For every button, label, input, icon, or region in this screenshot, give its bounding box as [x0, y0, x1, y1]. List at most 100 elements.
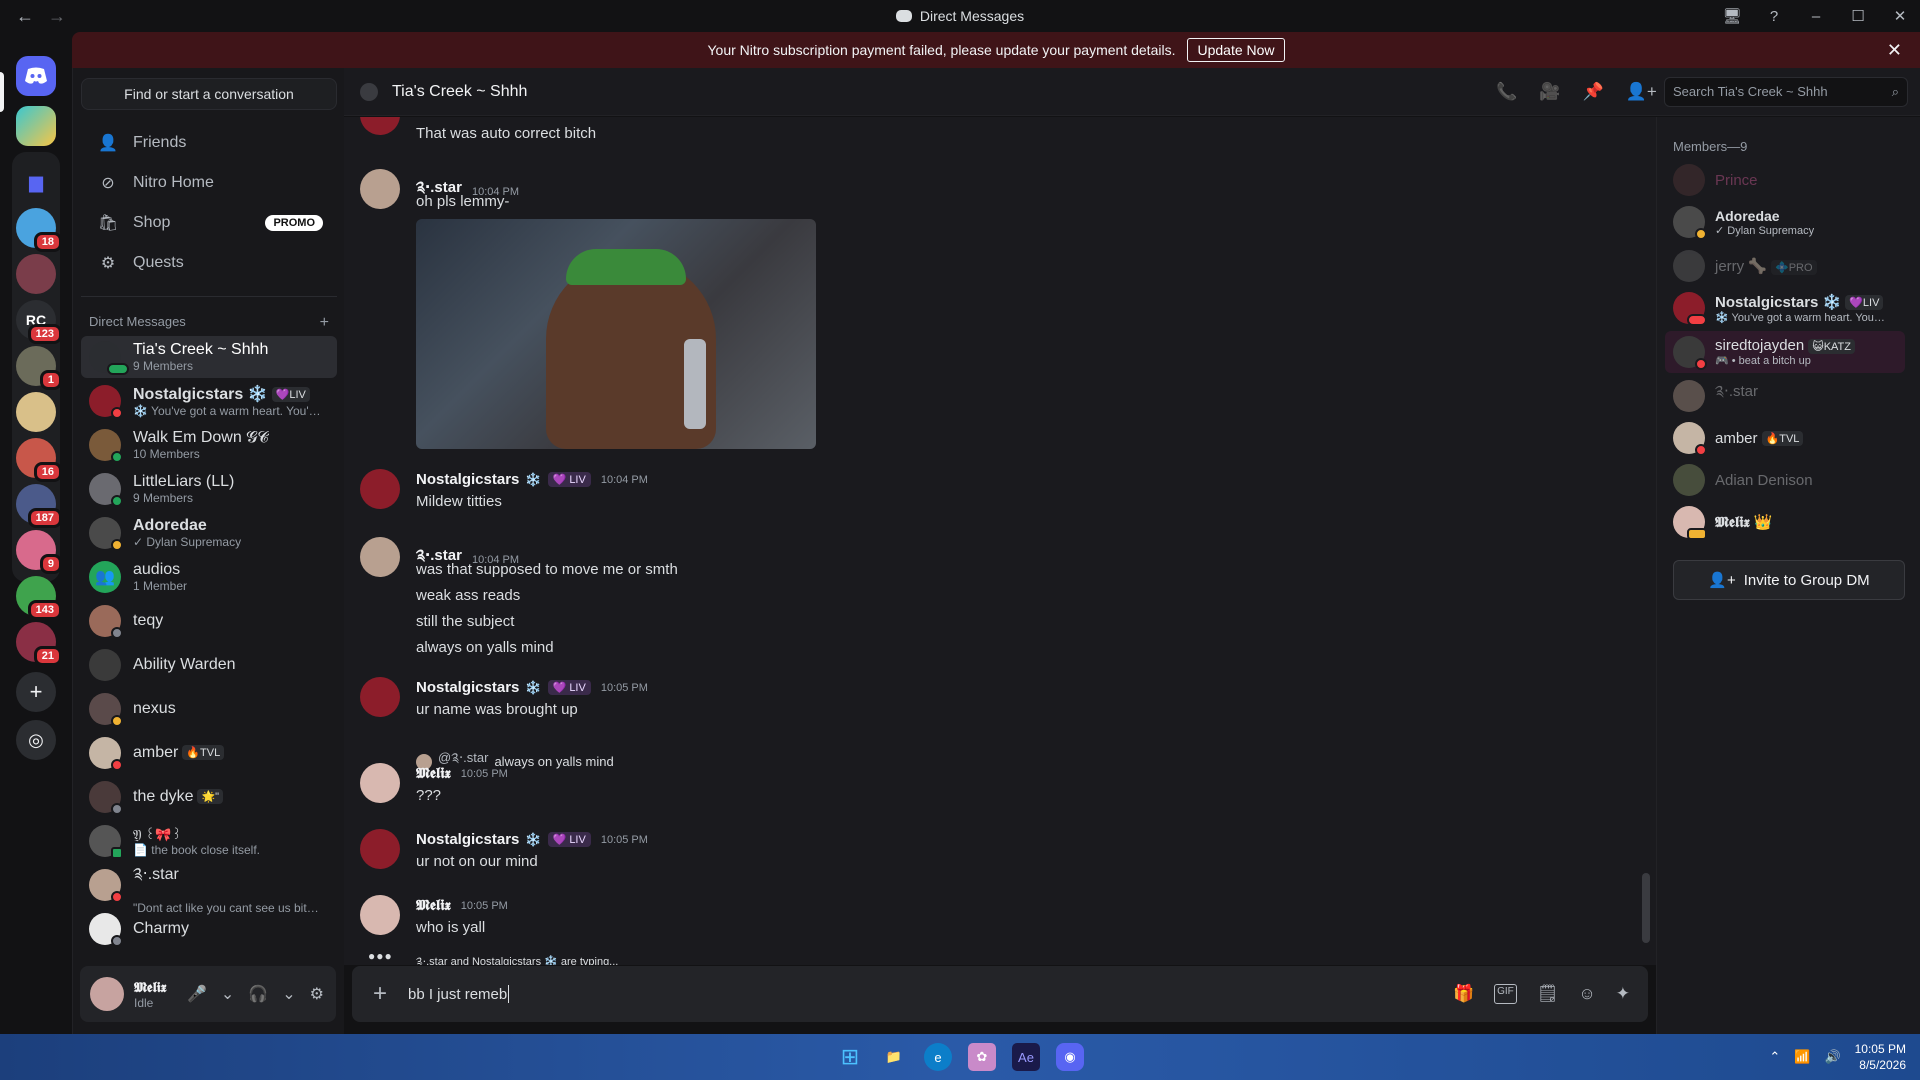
dm-item[interactable]: Ability Warden: [81, 644, 337, 686]
tray-overflow-icon[interactable]: ⌃: [1769, 1049, 1780, 1065]
avatar[interactable]: [360, 537, 400, 577]
search-input[interactable]: Search Tia's Creek ~ Shhh ⌕: [1664, 76, 1908, 107]
dm-name: nexus: [133, 700, 176, 717]
message-composer[interactable]: + bb I just remeb 🎁 GIF 🗒 ☺ ✦: [352, 966, 1648, 1022]
update-now-button[interactable]: Update Now: [1187, 38, 1285, 62]
find-conversation-button[interactable]: Find or start a conversation: [81, 78, 337, 110]
avatar[interactable]: [360, 469, 400, 509]
member-item[interactable]: Adian Denison: [1665, 459, 1905, 501]
add-server-button[interactable]: +: [16, 672, 56, 712]
dm-item[interactable]: the dyke 🌟": [81, 776, 337, 818]
message-author[interactable]: 𝕸𝖊𝖑𝖎𝖝: [416, 897, 451, 914]
maximize-button[interactable]: ☐: [1848, 7, 1868, 25]
dm-item[interactable]: Nostalgicstars ❄️ 💜LIV ❄️ You've got a war…: [81, 380, 337, 422]
close-notice-icon[interactable]: ✕: [1887, 40, 1902, 61]
settings-gear-icon[interactable]: ⚙: [310, 984, 324, 1004]
avatar: [89, 341, 129, 375]
avatar[interactable]: [90, 977, 124, 1011]
microphone-icon[interactable]: 🎤: [187, 984, 207, 1004]
nav-friends[interactable]: 👤 Friends: [81, 124, 337, 162]
avatar[interactable]: [360, 763, 400, 803]
message-author[interactable]: Nostalgicstars: [416, 471, 519, 488]
chevron-down-icon[interactable]: ⌄: [221, 984, 234, 1004]
pattern-app-icon[interactable]: ✿: [968, 1043, 996, 1071]
avatar[interactable]: [360, 829, 400, 869]
nav-shop[interactable]: 🛍 Shop PROMO: [81, 204, 337, 242]
home-button[interactable]: [16, 56, 56, 96]
help-icon[interactable]: ?: [1764, 8, 1784, 25]
apps-icon[interactable]: ✦: [1616, 984, 1630, 1004]
dm-item[interactable]: ༉‧.star "Dont act like you cant see us bi…: [81, 864, 337, 915]
minimize-button[interactable]: –: [1806, 8, 1826, 25]
gif-attachment[interactable]: [416, 219, 816, 449]
attach-plus-button[interactable]: +: [352, 980, 408, 1008]
server-icon[interactable]: RC 123: [16, 300, 62, 344]
edge-browser-icon[interactable]: e: [924, 1043, 952, 1071]
chevron-down-icon[interactable]: ⌄: [282, 984, 295, 1004]
file-explorer-icon[interactable]: 📁: [880, 1043, 908, 1071]
discover-button[interactable]: ◎: [16, 720, 56, 760]
volume-icon[interactable]: 🔊: [1824, 1049, 1840, 1065]
avatar[interactable]: [360, 117, 400, 135]
emoji-icon[interactable]: ☺: [1578, 984, 1595, 1004]
member-item[interactable]: jerry 🦴 💠PRO: [1665, 245, 1905, 287]
close-window-button[interactable]: ✕: [1890, 7, 1910, 25]
dm-item[interactable]: amber 🔥TVL: [81, 732, 337, 774]
dm-item[interactable]: LittleLiars (LL) 9 Members: [81, 468, 337, 510]
headphones-icon[interactable]: 🎧: [248, 984, 268, 1004]
dm-item[interactable]: Walk Em Down 𝓖𝓒 10 Members: [81, 424, 337, 466]
member-item[interactable]: siredtojayden 😺KATZ 🎮 • beat a bitch up: [1665, 331, 1905, 373]
server-icon[interactable]: 21: [16, 622, 62, 666]
message-input[interactable]: bb I just remeb: [408, 986, 507, 1003]
discord-taskbar-icon[interactable]: ◉: [1056, 1043, 1084, 1071]
avatar[interactable]: [360, 677, 400, 717]
back-arrow-icon[interactable]: ←: [16, 6, 34, 27]
server-icon[interactable]: [16, 106, 56, 146]
dm-item[interactable]: Adoredae ✓ Dylan Supremacy: [81, 512, 337, 554]
forward-arrow-icon[interactable]: →: [48, 6, 66, 27]
folder-icon[interactable]: ▆: [16, 162, 56, 202]
server-icon[interactable]: 16: [16, 438, 62, 482]
add-friends-icon[interactable]: 👤+: [1626, 82, 1657, 102]
clock[interactable]: 10:05 PM 8/5/2026: [1855, 1041, 1906, 1073]
guild-tag: 😺KATZ: [1808, 338, 1855, 354]
server-icon[interactable]: 18: [16, 208, 62, 252]
nav-nitro-home[interactable]: ⊘ Nitro Home: [81, 164, 337, 202]
server-icon[interactable]: [16, 254, 56, 294]
chat-scrollbar[interactable]: [1642, 873, 1650, 943]
voice-call-icon[interactable]: 📞: [1496, 82, 1517, 102]
message-author[interactable]: 𝕸𝖊𝖑𝖎𝖝: [416, 765, 451, 782]
server-icon[interactable]: 9: [16, 530, 62, 574]
dm-item[interactable]: 👥 audios 1 Member: [81, 556, 337, 598]
member-item[interactable]: ༉‧.star: [1665, 375, 1905, 417]
dm-item[interactable]: teqy: [81, 600, 337, 642]
dm-item[interactable]: Charmy: [81, 908, 337, 950]
create-dm-icon[interactable]: +: [320, 314, 329, 332]
server-icon[interactable]: 143: [16, 576, 62, 620]
invite-to-group-dm-button[interactable]: 👤+ Invite to Group DM: [1673, 560, 1905, 600]
avatar[interactable]: [360, 169, 400, 209]
server-icon[interactable]: [16, 392, 56, 432]
dm-item[interactable]: Tia's Creek ~ Shhh 9 Members: [81, 336, 337, 378]
member-item[interactable]: Nostalgicstars ❄️ 💜LIV ❄️ You've got a war…: [1665, 287, 1905, 329]
dm-item[interactable]: nexus: [81, 688, 337, 730]
sticker-icon[interactable]: 🗒: [1537, 984, 1559, 1004]
video-call-icon[interactable]: 🎥: [1539, 82, 1560, 102]
message-author[interactable]: Nostalgicstars: [416, 831, 519, 848]
windows-start-icon[interactable]: ⊞: [836, 1043, 864, 1071]
message-author[interactable]: Nostalgicstars: [416, 679, 519, 696]
member-item[interactable]: Adoredae ✓ Dylan Supremacy: [1665, 201, 1905, 243]
after-effects-icon[interactable]: Ae: [1012, 1043, 1040, 1071]
nav-quests[interactable]: ⚙ Quests: [81, 244, 337, 282]
member-item[interactable]: Prince: [1665, 159, 1905, 201]
member-item[interactable]: amber 🔥TVL: [1665, 417, 1905, 459]
server-icon[interactable]: 187: [16, 484, 62, 528]
wifi-icon[interactable]: 📶: [1794, 1049, 1810, 1065]
gif-icon[interactable]: GIF: [1494, 984, 1517, 1004]
inbox-icon[interactable]: 🖥: [1722, 7, 1742, 25]
member-item[interactable]: 𝕸𝖊𝖑𝖎𝖝 👑: [1665, 501, 1905, 543]
pinned-messages-icon[interactable]: 📌: [1583, 82, 1604, 102]
avatar[interactable]: [360, 895, 400, 935]
gift-icon[interactable]: 🎁: [1453, 984, 1474, 1004]
server-icon[interactable]: 1: [16, 346, 62, 390]
